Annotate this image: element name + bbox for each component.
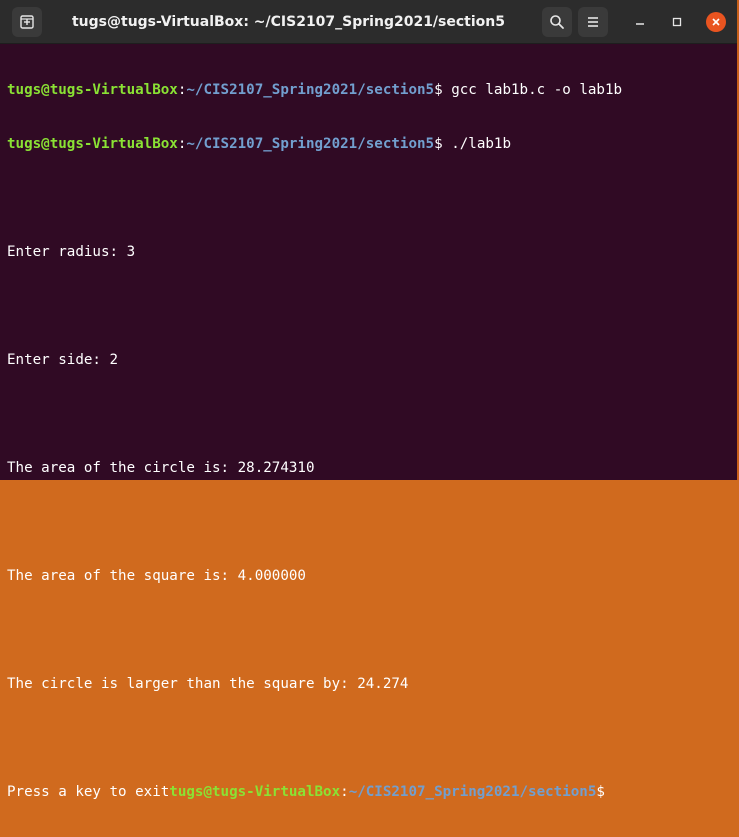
minimize-icon [636,23,644,25]
prompt-path: ~/CIS2107_Spring2021/section5 [186,136,435,152]
command-text: gcc lab1b.c -o lab1b [442,82,623,98]
terminal-line: tugs@tugs-VirtualBox:~/CIS2107_Spring202… [7,135,733,153]
terminal-line: Press a key to exittugs@tugs-VirtualBox:… [7,783,733,801]
terminal-cursor [605,783,613,799]
search-button[interactable] [542,7,572,37]
window-title: tugs@tugs-VirtualBox: ~/CIS2107_Spring20… [71,14,505,30]
output-difference: The circle is larger than the square by:… [7,676,409,692]
prompt-dollar: $ [434,82,443,98]
prompt-user: tugs@tugs-VirtualBox [7,136,178,152]
prompt-user: tugs@tugs-VirtualBox [169,784,341,800]
output-press-key: Press a key to exit [7,784,170,800]
new-tab-icon [20,15,34,29]
output-square-area: The area of the square is: 4.000000 [7,568,306,584]
output-radius: Enter radius: 3 [7,244,136,260]
output-circle-area: The area of the circle is: 28.274310 [7,460,315,476]
terminal-line: tugs@tugs-VirtualBox:~/CIS2107_Spring202… [7,81,733,99]
new-tab-button[interactable] [12,7,42,37]
terminal-window: tugs@tugs-VirtualBox: ~/CIS2107_Spring20… [0,0,739,800]
maximize-button[interactable] [667,12,687,32]
prompt-dollar: $ [434,136,443,152]
minimize-button[interactable] [630,12,650,32]
prompt-dollar: $ [596,784,605,800]
close-button[interactable] [706,12,726,32]
prompt-user: tugs@tugs-VirtualBox [7,82,178,98]
prompt-path: ~/CIS2107_Spring2021/section5 [186,82,435,98]
terminal-output[interactable]: tugs@tugs-VirtualBox:~/CIS2107_Spring202… [7,45,733,800]
prompt-separator: : [340,784,349,800]
menu-button[interactable] [578,7,608,37]
title-bar: tugs@tugs-VirtualBox: ~/CIS2107_Spring20… [0,0,737,44]
command-text: ./lab1b [442,136,511,152]
search-icon [550,15,564,29]
prompt-path: ~/CIS2107_Spring2021/section5 [348,784,597,800]
maximize-icon [672,17,682,27]
hamburger-menu-icon [588,17,598,27]
close-icon [712,18,720,26]
output-side: Enter side: 2 [7,352,119,368]
